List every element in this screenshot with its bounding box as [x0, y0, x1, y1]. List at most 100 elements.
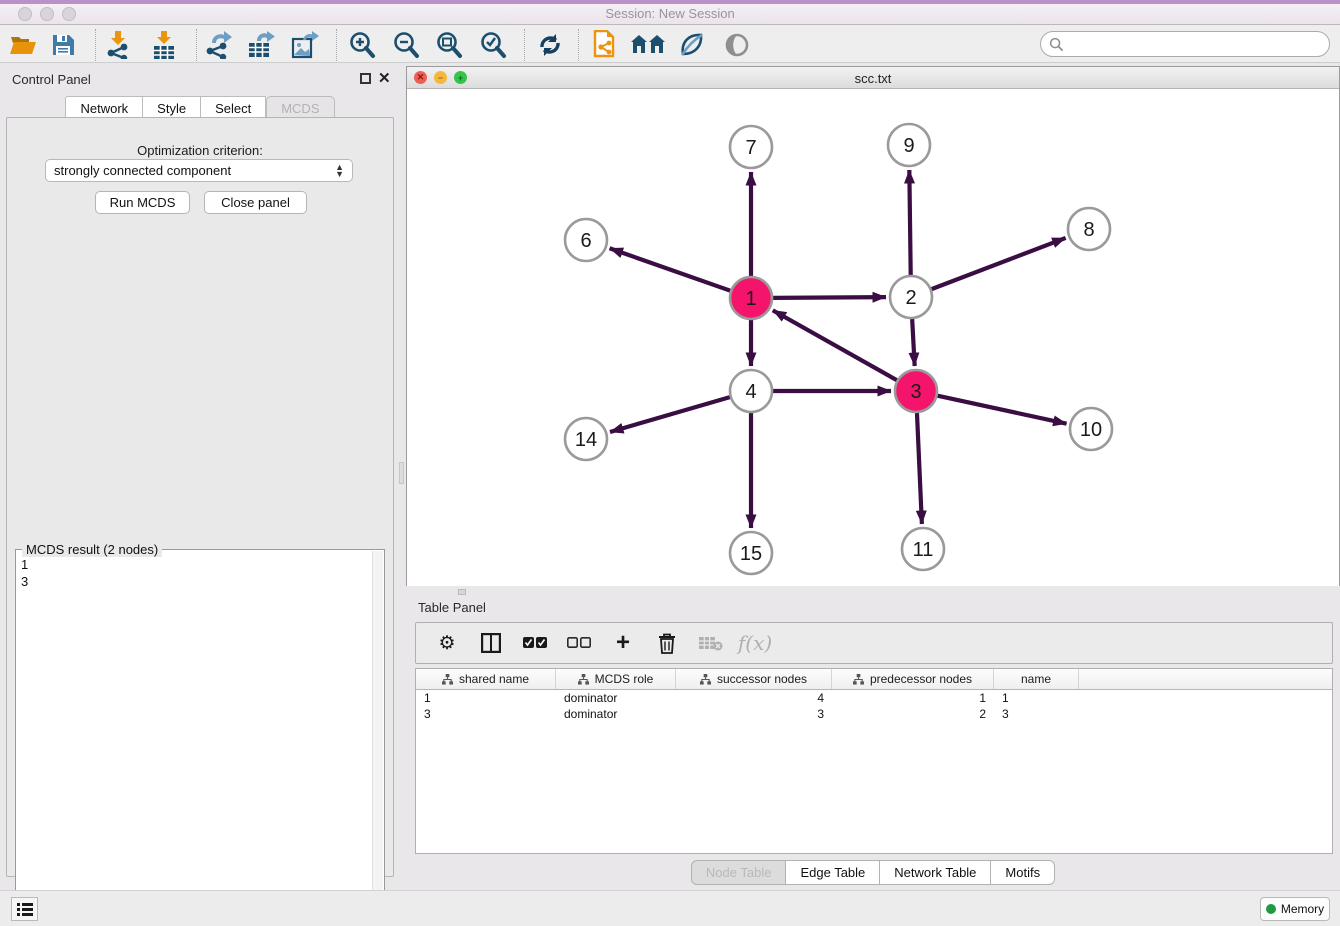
mcds-result-title: MCDS result (2 nodes)	[22, 542, 162, 557]
network-canvas[interactable]: 7 9 6 8 1 2 4 3 14 10 15 11	[407, 89, 1339, 586]
network-view-window: ✕ − + scc.txt 7 9 6 8 1 2 4 3 14 10 15 11	[406, 66, 1340, 586]
search-input[interactable]	[1040, 31, 1330, 57]
cell-MCDS-role[interactable]: dominator	[556, 706, 676, 722]
edge-3-1[interactable]	[773, 310, 897, 380]
deselect-all-icon[interactable]	[566, 630, 592, 656]
status-bar: Memory	[0, 890, 1340, 926]
edge-1-2[interactable]	[773, 297, 886, 298]
network-file-icon[interactable]	[588, 30, 622, 60]
edge-3-11[interactable]	[917, 413, 922, 524]
cell-shared-name[interactable]: 3	[416, 706, 556, 722]
mcds-result-box: MCDS result (2 nodes) 1 3	[15, 549, 385, 926]
node-2[interactable]: 2	[890, 276, 932, 318]
columns-icon[interactable]	[478, 630, 504, 656]
window-title: Session: New Session	[0, 6, 1340, 21]
edge-2-8[interactable]	[932, 238, 1066, 289]
task-history-button[interactable]	[11, 897, 38, 921]
titlebar: Session: New Session	[0, 0, 1340, 25]
save-session-icon[interactable]	[46, 30, 80, 60]
tab-edge-table[interactable]: Edge Table	[786, 860, 880, 885]
vizmapper-icon[interactable]	[675, 30, 709, 60]
svg-text:4: 4	[745, 381, 756, 403]
delete-column-icon[interactable]	[654, 630, 680, 656]
node-4[interactable]: 4	[730, 370, 772, 412]
tab-motifs[interactable]: Motifs	[991, 860, 1055, 885]
settings-icon[interactable]: ⚙	[434, 630, 460, 656]
edge-4-14[interactable]	[610, 397, 730, 432]
import-table-icon[interactable]	[147, 30, 181, 60]
column-header-successor-nodes[interactable]: successor nodes	[676, 669, 832, 689]
column-header-name[interactable]: name	[994, 669, 1079, 689]
tab-network-table[interactable]: Network Table	[880, 860, 991, 885]
close-panel-button[interactable]: Close panel	[204, 191, 307, 214]
panel-divider-handle[interactable]	[399, 462, 404, 484]
run-mcds-label: Run MCDS	[110, 195, 176, 210]
refresh-icon[interactable]	[533, 30, 567, 60]
float-panel-icon[interactable]	[360, 73, 371, 84]
open-file-icon[interactable]	[6, 30, 40, 60]
cell-MCDS-role[interactable]: dominator	[556, 690, 676, 706]
node-6[interactable]: 6	[565, 219, 607, 261]
table-row[interactable]: 1dominator411	[416, 690, 1332, 706]
cell-successor-nodes[interactable]: 3	[676, 706, 832, 722]
tab-node-table[interactable]: Node Table	[691, 860, 787, 885]
cell-name[interactable]: 1	[994, 690, 1079, 706]
edge-2-9[interactable]	[909, 170, 910, 275]
edge-3-10[interactable]	[937, 396, 1066, 424]
run-mcds-button[interactable]: Run MCDS	[95, 191, 190, 214]
node-7[interactable]: 7	[730, 126, 772, 168]
svg-text:7: 7	[745, 137, 756, 159]
node-14[interactable]: 14	[565, 418, 607, 460]
mcds-panel: Optimization criterion: strongly connect…	[6, 117, 394, 877]
node-15[interactable]: 15	[730, 532, 772, 574]
toolbar-separator	[578, 29, 579, 61]
cell-predecessor-nodes[interactable]: 2	[832, 706, 994, 722]
result-scrollbar[interactable]	[372, 551, 383, 915]
edge-1-6[interactable]	[610, 248, 731, 290]
edge-2-3[interactable]	[912, 319, 915, 366]
cell-successor-nodes[interactable]: 4	[676, 690, 832, 706]
zoom-selected-icon[interactable]	[476, 30, 510, 60]
node-table[interactable]: shared nameMCDS rolesuccessor nodesprede…	[415, 668, 1333, 854]
add-column-icon[interactable]: +	[610, 630, 636, 656]
search-icon	[1049, 37, 1064, 52]
criterion-select[interactable]: strongly connected component ▲▼	[45, 159, 353, 182]
table-row[interactable]: 3dominator323	[416, 706, 1332, 722]
node-3[interactable]: 3	[895, 370, 937, 412]
network-window-titlebar[interactable]: ✕ − + scc.txt	[407, 67, 1339, 89]
node-10[interactable]: 10	[1070, 408, 1112, 450]
delete-table-icon[interactable]	[698, 630, 724, 656]
node-9[interactable]: 9	[888, 124, 930, 166]
show-details-icon[interactable]	[720, 30, 754, 60]
column-header-predecessor-nodes[interactable]: predecessor nodes	[832, 669, 994, 689]
svg-text:3: 3	[910, 381, 921, 403]
svg-text:10: 10	[1080, 419, 1102, 441]
zoom-out-icon[interactable]	[389, 30, 423, 60]
zoom-fit-icon[interactable]	[432, 30, 466, 60]
optimization-criterion-label: Optimization criterion:	[7, 143, 393, 158]
cell-name[interactable]: 3	[994, 706, 1079, 722]
export-table-icon[interactable]	[244, 30, 278, 60]
export-network-icon[interactable]	[201, 30, 235, 60]
table-header-row: shared nameMCDS rolesuccessor nodesprede…	[416, 669, 1332, 690]
network-title: scc.txt	[407, 71, 1339, 86]
cell-shared-name[interactable]: 1	[416, 690, 556, 706]
svg-text:15: 15	[740, 543, 762, 565]
memory-button[interactable]: Memory	[1260, 897, 1330, 921]
function-builder-icon[interactable]: f(x)	[742, 630, 768, 656]
table-toolbar: ⚙ + f(x)	[415, 622, 1333, 664]
column-header-shared-name[interactable]: shared name	[416, 669, 556, 689]
close-panel-icon[interactable]: ✕	[378, 69, 391, 87]
table-panel: Table Panel ✕ ⚙ + f(x) shared nameM	[406, 595, 1340, 890]
export-image-icon[interactable]	[288, 30, 322, 60]
import-network-icon[interactable]	[101, 30, 135, 60]
select-all-icon[interactable]	[522, 630, 548, 656]
cell-predecessor-nodes[interactable]: 1	[832, 690, 994, 706]
node-8[interactable]: 8	[1068, 208, 1110, 250]
node-1[interactable]: 1	[730, 277, 772, 319]
zoom-in-icon[interactable]	[345, 30, 379, 60]
node-11[interactable]: 11	[902, 528, 944, 570]
fit-content-icon[interactable]	[631, 30, 665, 60]
column-header-MCDS-role[interactable]: MCDS role	[556, 669, 676, 689]
toolbar-separator	[196, 29, 197, 61]
